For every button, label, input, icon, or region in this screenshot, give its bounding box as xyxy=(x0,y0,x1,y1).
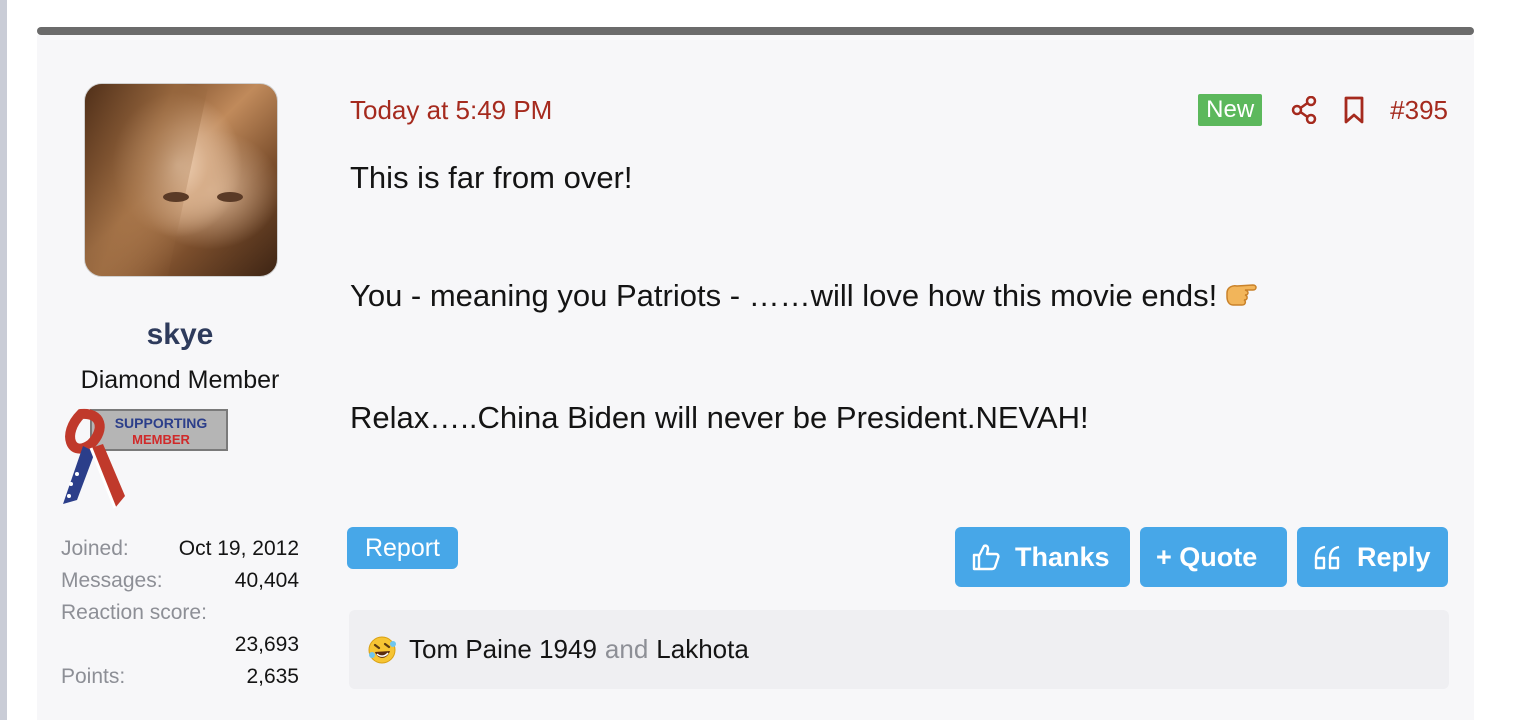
avatar-eye xyxy=(163,192,189,202)
user-title: Diamond Member xyxy=(80,366,280,394)
bookmark-icon[interactable] xyxy=(1340,95,1368,125)
rolling-laugh-emoji-icon xyxy=(367,635,397,665)
post-actions: Thanks + Quote Reply xyxy=(955,527,1448,587)
message-paragraph-with-emoji: You - meaning you Patriots - ……will love… xyxy=(350,277,1440,319)
message-paragraph: This is far from over! xyxy=(350,160,633,195)
post-header-tools: New #395 xyxy=(1198,93,1448,127)
stat-value: Oct 19, 2012 xyxy=(178,537,299,560)
banner-line2: MEMBER xyxy=(132,432,190,447)
avatar-hair xyxy=(85,84,208,276)
banner-line1: SUPPORTING xyxy=(115,415,208,431)
avatar[interactable] xyxy=(84,83,278,277)
stat-value[interactable]: 40,404 xyxy=(235,565,299,597)
reaction-conjunction: and xyxy=(604,634,649,664)
post-number[interactable]: #395 xyxy=(1390,95,1448,126)
report-button[interactable]: Report xyxy=(347,527,458,569)
stat-label: Joined: xyxy=(61,537,129,560)
quote-label: + Quote xyxy=(1156,541,1258,572)
stat-value[interactable]: 2,635 xyxy=(246,661,299,693)
username[interactable]: skye xyxy=(84,318,276,352)
quote-button[interactable]: + Quote xyxy=(1140,527,1287,587)
thumbs-pointing-emoji-icon xyxy=(1223,277,1261,319)
share-icon[interactable] xyxy=(1290,95,1318,125)
supporting-member-banner: SUPPORTING MEMBER xyxy=(63,408,228,509)
stat-label: Messages: xyxy=(61,569,163,592)
stat-label: Points: xyxy=(61,665,126,688)
reply-button[interactable]: Reply xyxy=(1297,527,1448,587)
quote-marks-icon xyxy=(1314,545,1340,570)
message-paragraph: You - meaning you Patriots - ……will love… xyxy=(350,278,1218,314)
avatar-eye xyxy=(217,192,243,202)
post-divider xyxy=(37,27,1474,35)
stat-label: Reaction score: xyxy=(61,601,207,624)
stat-value: 23,693 xyxy=(234,633,299,656)
stat-messages: Messages: 40,404 xyxy=(61,565,299,597)
user-stats: Joined: Oct 19, 2012 Messages: 40,404 Re… xyxy=(61,533,299,693)
reaction-user-link[interactable]: Tom Paine 1949 xyxy=(409,634,597,665)
stat-joined: Joined: Oct 19, 2012 xyxy=(61,533,299,565)
stat-reaction-value: 23,693 xyxy=(61,629,299,661)
reactions-bar[interactable]: Tom Paine 1949 and Lakhota xyxy=(349,610,1449,689)
thanks-button[interactable]: Thanks xyxy=(955,527,1130,587)
left-rail xyxy=(0,0,7,720)
thanks-label: Thanks xyxy=(1015,541,1110,572)
post-date[interactable]: Today at 5:49 PM xyxy=(350,95,552,126)
post-message: This is far from over! You - meaning you… xyxy=(350,160,1440,517)
stat-points: Points: 2,635 xyxy=(61,661,299,693)
stat-reaction-label: Reaction score: xyxy=(61,597,299,629)
new-badge: New xyxy=(1198,94,1263,126)
reply-label: Reply xyxy=(1357,541,1431,572)
message-paragraph: Relax…..China Biden will never be Presid… xyxy=(350,400,1089,435)
thumbs-up-icon xyxy=(972,544,1000,571)
reaction-user-link[interactable]: Lakhota xyxy=(656,634,749,665)
